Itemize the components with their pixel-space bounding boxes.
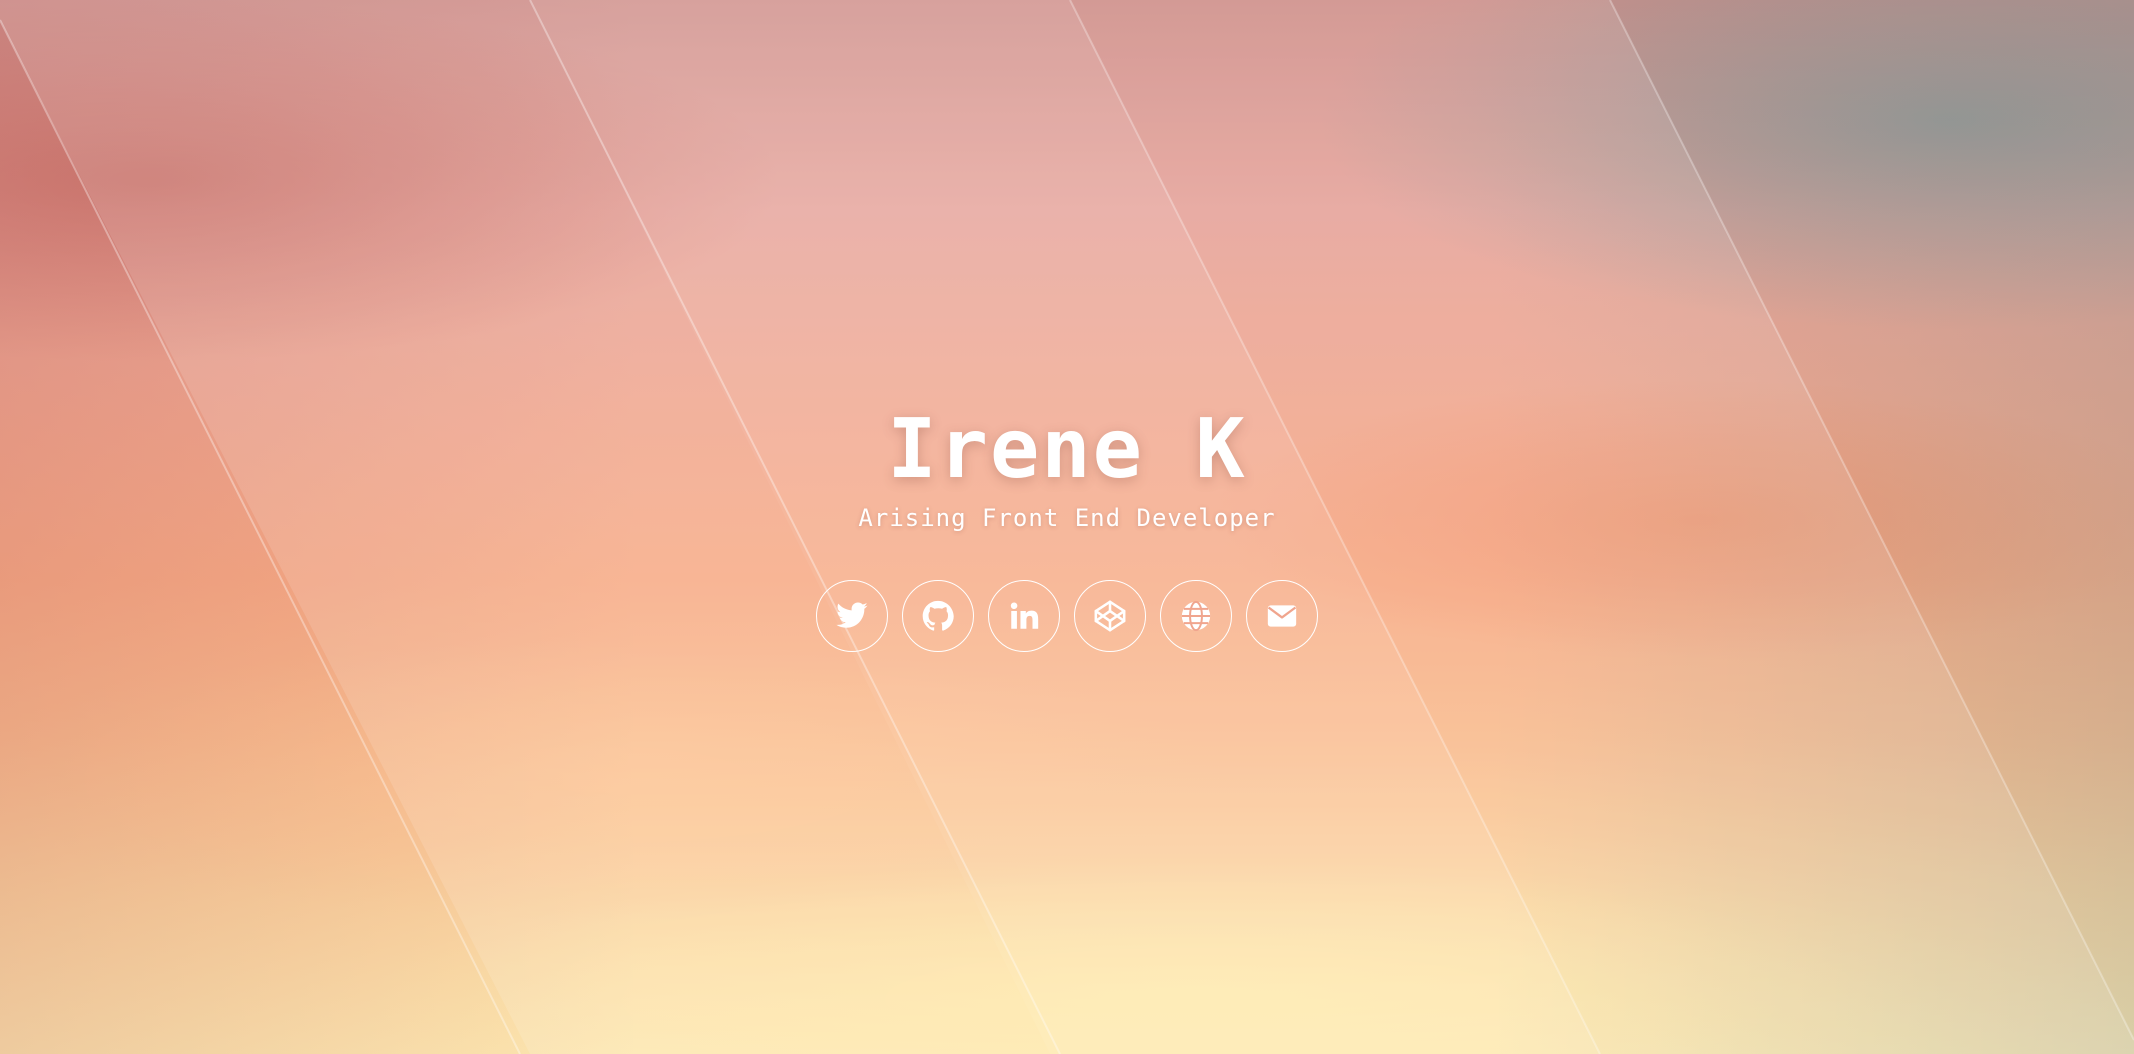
github-link[interactable] bbox=[902, 580, 974, 652]
envelope-icon bbox=[1265, 599, 1299, 633]
linkedin-icon bbox=[1007, 599, 1041, 633]
linkedin-link[interactable] bbox=[988, 580, 1060, 652]
email-link[interactable] bbox=[1246, 580, 1318, 652]
tagline: Arising Front End Developer bbox=[858, 504, 1276, 532]
github-icon bbox=[921, 599, 955, 633]
codepen-icon bbox=[1093, 599, 1127, 633]
twitter-link[interactable] bbox=[816, 580, 888, 652]
page-title: Irene K bbox=[887, 402, 1247, 497]
hero-section: Irene K Arising Front End Developer bbox=[0, 400, 2134, 652]
globe-icon bbox=[1179, 599, 1213, 633]
twitter-icon bbox=[835, 599, 869, 633]
codepen-link[interactable] bbox=[1074, 580, 1146, 652]
social-links bbox=[0, 580, 2134, 652]
website-link[interactable] bbox=[1160, 580, 1232, 652]
